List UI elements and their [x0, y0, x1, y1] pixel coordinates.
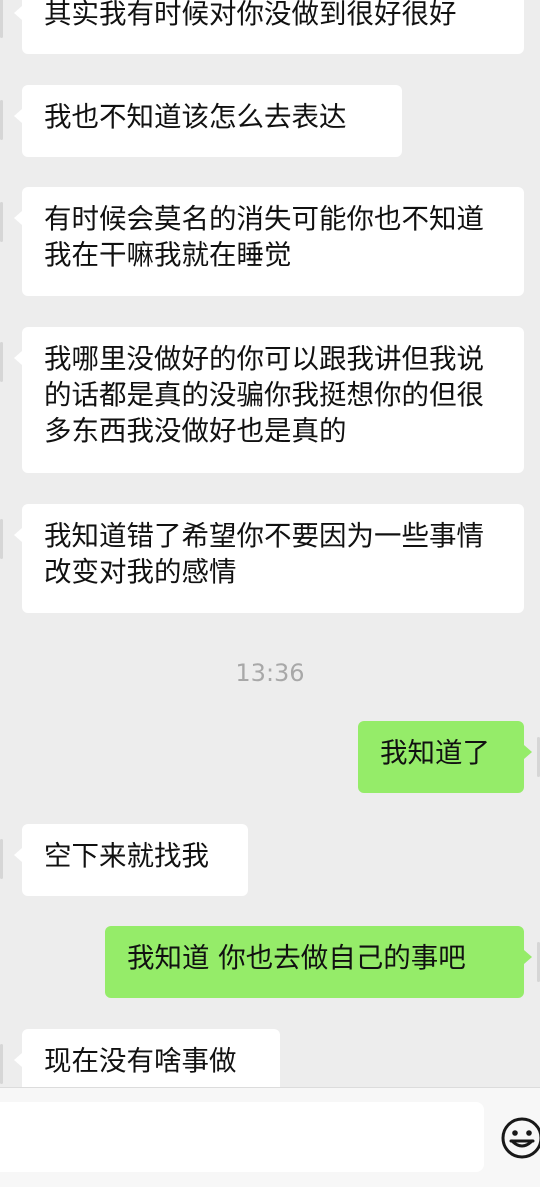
- message-bubble-incoming[interactable]: 我知道错了希望你不要因为一些事情改变对我的感情: [14, 504, 524, 613]
- avatar-stub[interactable]: [0, 202, 3, 242]
- avatar-stub[interactable]: [0, 519, 3, 559]
- avatar-stub[interactable]: [0, 839, 3, 879]
- message-bubble-incoming[interactable]: 其实我有时候对你没做到很好很好: [14, 0, 524, 54]
- message-bubble-outgoing[interactable]: 我知道了: [358, 721, 532, 793]
- input-bar: [0, 1087, 540, 1187]
- message-text: 有时候会莫名的消失可能你也不知道我在干嘛我就在睡觉: [44, 203, 484, 271]
- smiley-face-icon[interactable]: [500, 1116, 540, 1160]
- message-bubble-incoming[interactable]: 我也不知道该怎么去表达: [14, 85, 402, 157]
- message-bubble-incoming[interactable]: 有时候会莫名的消失可能你也不知道我在干嘛我就在睡觉: [14, 187, 524, 296]
- message-text: 我知道了: [380, 737, 490, 769]
- message-bubble-incoming[interactable]: 空下来就找我: [14, 824, 248, 896]
- message-text: 我知道 你也去做自己的事吧: [127, 942, 466, 974]
- message-text: 我知道错了希望你不要因为一些事情改变对我的感情: [44, 520, 484, 588]
- avatar-stub[interactable]: [0, 1044, 3, 1084]
- chat-message-list[interactable]: 其实我有时候对你没做到很好很好 我也不知道该怎么去表达 有时候会莫名的消失可能你…: [0, 0, 540, 1087]
- message-bubble-outgoing[interactable]: 我知道 你也去做自己的事吧: [105, 926, 532, 998]
- message-timestamp: 13:36: [235, 659, 305, 687]
- message-text: 其实我有时候对你没做到很好很好: [44, 0, 457, 30]
- message-bubble-incoming[interactable]: 我哪里没做好的你可以跟我讲但我说的话都是真的没骗你我挺想你的但很多东西我没做好也…: [14, 327, 524, 473]
- avatar-stub[interactable]: [0, 342, 3, 382]
- avatar-stub[interactable]: [0, 100, 3, 140]
- message-input[interactable]: [0, 1102, 484, 1172]
- message-text: 空下来就找我: [44, 840, 209, 872]
- message-text: 我也不知道该怎么去表达: [44, 101, 347, 133]
- message-text: 现在没有啥事做: [44, 1045, 237, 1077]
- avatar-stub[interactable]: [0, 0, 3, 38]
- message-bubble-incoming[interactable]: 现在没有啥事做: [14, 1029, 280, 1087]
- message-text: 我哪里没做好的你可以跟我讲但我说的话都是真的没骗你我挺想你的但很多东西我没做好也…: [44, 343, 484, 447]
